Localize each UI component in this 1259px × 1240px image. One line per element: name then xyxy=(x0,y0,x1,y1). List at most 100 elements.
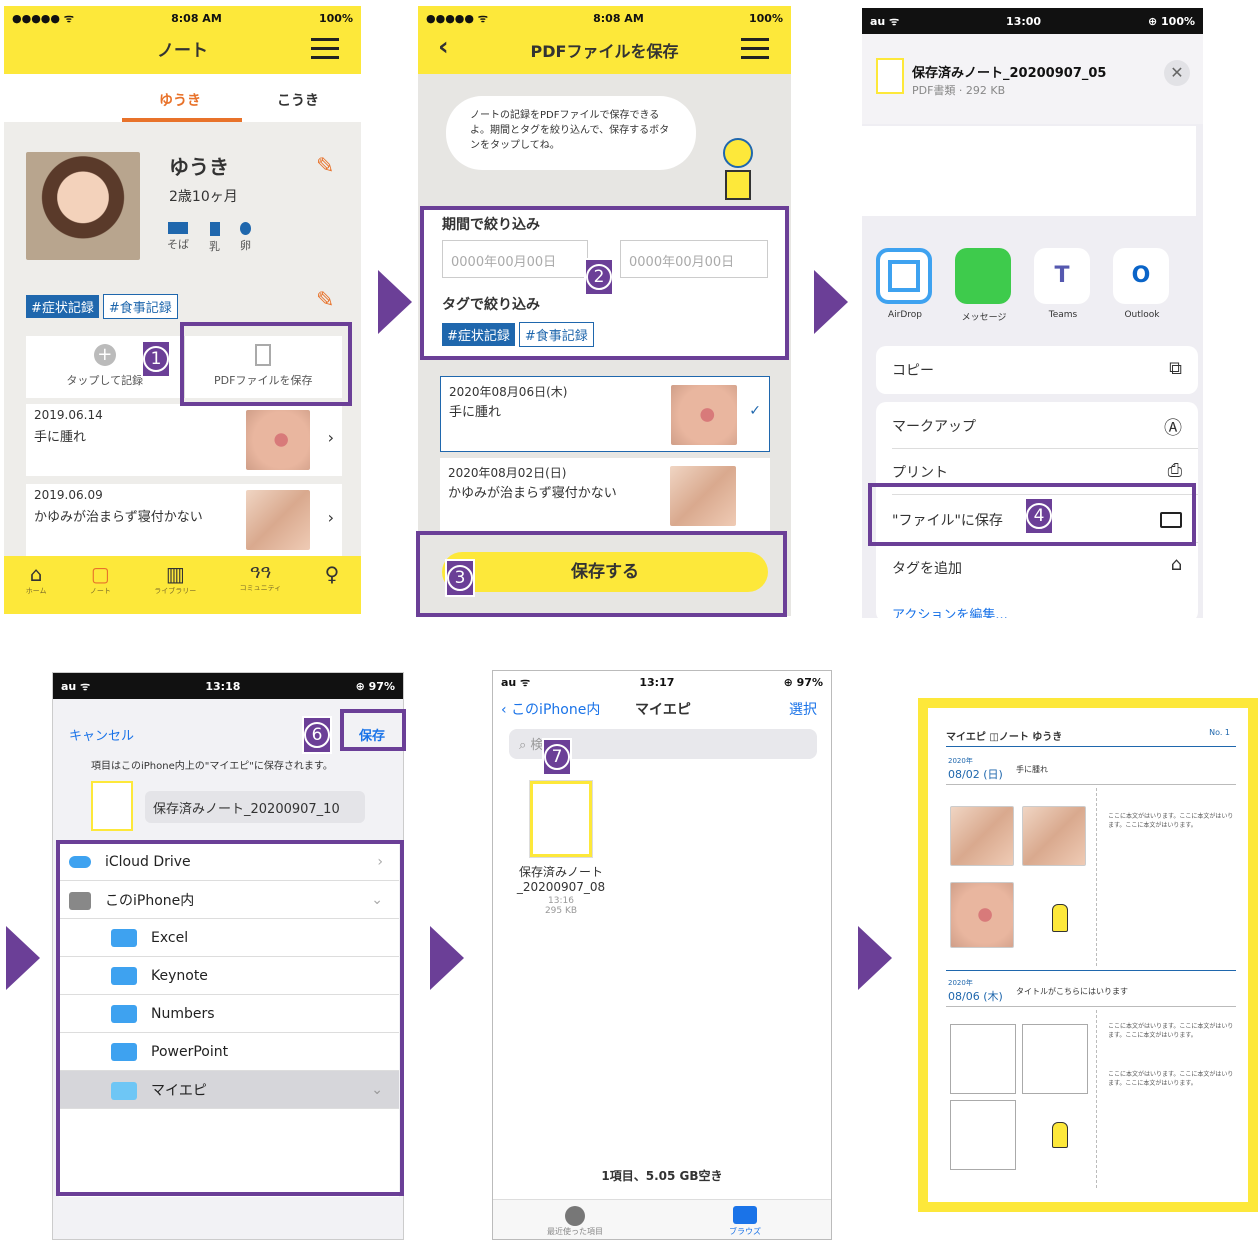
pdf-photo xyxy=(1022,806,1086,866)
file-name: 保存済みノート_20200907_05 xyxy=(912,66,1107,81)
status-time: 8:08 AM xyxy=(171,11,222,25)
note-icon: ▢ xyxy=(90,562,110,586)
search-icon: ⌕ xyxy=(519,738,531,753)
tag-icon: ⌂ xyxy=(1170,554,1182,575)
status-battery: 100% xyxy=(749,11,783,25)
app-label: AirDrop xyxy=(887,310,922,320)
check-icon: ✓ xyxy=(749,403,761,419)
markup-icon: Ⓐ xyxy=(1164,418,1182,439)
pdf-thumb xyxy=(530,781,592,857)
step-marker-3: 3 xyxy=(445,559,475,597)
back-icon[interactable]: ‹ xyxy=(438,32,449,62)
action-copy[interactable]: コピー xyxy=(892,360,934,380)
tab-kouki[interactable]: こうき xyxy=(277,90,319,110)
arrow-icon xyxy=(6,926,40,990)
key-icon: ♀ xyxy=(324,562,340,586)
menu-icon[interactable] xyxy=(311,38,339,59)
outlook-icon[interactable]: O xyxy=(1113,248,1169,304)
airdrop-icon[interactable] xyxy=(876,248,932,304)
mascot-icon xyxy=(1052,904,1068,932)
list-item[interactable]: 2019.06.09 かゆみが治まらず寝付かない › xyxy=(26,484,342,556)
close-icon[interactable]: ✕ xyxy=(1164,60,1190,86)
list-item-selected[interactable]: 2020年08月06日(木) 手に腫れ ✓ xyxy=(440,376,770,452)
screen-notes: ●●●●● ᯤ 8:08 AM 100% ノート ゆうき こうき ゆうき ✎ 2歳1… xyxy=(4,6,361,614)
tab-browse[interactable]: ブラウズ xyxy=(729,1206,761,1237)
entry-text: 手に腫れ xyxy=(449,405,502,420)
nav-home[interactable]: ⌂ ホーム xyxy=(26,562,47,614)
speech-bubble: ノートの記録をPDFファイルで保存できるよ。期間とタグを絞り込んで、保存するボタ… xyxy=(446,96,696,170)
action-add-tag[interactable]: タグを追加 xyxy=(892,558,962,578)
list-item[interactable]: 2020年08月02日(日) かゆみが治まらず寝付かない xyxy=(440,458,770,534)
teams-icon[interactable]: T xyxy=(1034,248,1090,304)
menu-icon[interactable] xyxy=(741,38,769,59)
save-note: 項目はこのiPhone内上の"マイエピ"に保存されます。 xyxy=(91,761,333,772)
pdf-photo-placeholder xyxy=(950,1024,1016,1094)
status-battery: ⊕ 100% xyxy=(1147,14,1195,28)
action-print[interactable]: プリント xyxy=(892,462,948,482)
cancel-button[interactable]: キャンセル xyxy=(69,725,134,744)
nav-key[interactable]: ♀ xyxy=(325,562,340,614)
pdf-preview: マイエピ ◫ノート ゆうき No. 1 2020年 08/02 (日) 手に腫れ… xyxy=(918,698,1258,1212)
status-battery: ⊕ 97% xyxy=(355,679,395,693)
tag-symptom[interactable]: #症状記録 xyxy=(26,295,99,318)
list-item[interactable]: 2019.06.14 手に腫れ › xyxy=(26,404,342,476)
status-signal: ●●●●● ᯤ xyxy=(426,11,488,25)
status-time: 13:17 xyxy=(639,675,675,689)
tab-yuki[interactable]: ゆうき xyxy=(159,90,201,110)
nav-note[interactable]: ▢ ノート xyxy=(90,562,111,614)
file-item[interactable]: 保存済みノート _20200907_08 13:16 295 KB xyxy=(511,781,611,916)
pdf-title-2: タイトルがこちらにはいります xyxy=(1016,987,1128,996)
file-thumb xyxy=(91,781,133,831)
step-marker-1: 1 xyxy=(141,340,171,378)
back-button[interactable]: ‹ このiPhone内 xyxy=(501,699,600,719)
nav-community[interactable]: ዓዓ コミュニティ xyxy=(240,562,282,614)
pdf-header: マイエピ ◫ノート ゆうき xyxy=(946,732,1063,743)
status-signal: au ᯤ xyxy=(61,679,91,693)
file-name-field[interactable]: 保存済みノート_20200907_10 xyxy=(145,791,365,823)
allergy-soba: そば xyxy=(167,238,189,251)
milk-icon xyxy=(209,222,220,236)
nav-library[interactable]: ▥ ライブラリー xyxy=(154,562,196,614)
page-title: マイエピ xyxy=(635,702,691,718)
pdf-date-1: 08/02 (日) xyxy=(948,768,1003,781)
messages-icon[interactable] xyxy=(955,248,1011,304)
mascot-icon xyxy=(716,138,760,202)
tab-recents[interactable]: 最近使った項目 xyxy=(547,1206,603,1237)
home-icon: ⌂ xyxy=(29,562,43,586)
pdf-year-2: 2020年 xyxy=(948,979,973,987)
edit-actions-link[interactable]: アクションを編集... xyxy=(892,604,1008,618)
status-time: 13:00 xyxy=(1006,14,1042,28)
status-signal: au ᯤ xyxy=(501,675,531,689)
tag-edit-icon[interactable]: ✎ xyxy=(316,288,334,313)
file-size: 295 KB xyxy=(544,906,578,916)
book-icon: ▥ xyxy=(165,562,185,586)
people-icon: ዓዓ xyxy=(249,562,272,583)
pdf-photo-placeholder xyxy=(1022,1024,1088,1094)
egg-icon xyxy=(240,222,251,235)
entry-text: かゆみが治まらず寝付かない xyxy=(34,510,203,525)
select-button[interactable]: 選択 xyxy=(789,699,817,719)
arrow-icon xyxy=(430,926,464,990)
entry-date: 2019.06.09 xyxy=(34,488,103,502)
app-label: メッセージ xyxy=(961,313,1007,323)
arrow-icon xyxy=(378,270,412,334)
entry-photo xyxy=(246,410,310,470)
folder-icon xyxy=(733,1206,757,1224)
step-marker-4: 4 xyxy=(1024,497,1054,535)
pdf-body-1: ここに本文がはいります。ここに本文がはいります。ここに本文がはいります。 xyxy=(1108,813,1234,829)
entry-date: 2020年08月02日(日) xyxy=(448,466,567,480)
child-name: ゆうき xyxy=(169,155,229,179)
app-label: Teams xyxy=(1048,310,1078,320)
pdf-date-2: 08/06 (木) xyxy=(948,990,1003,1003)
status-time: 13:18 xyxy=(205,679,241,693)
status-battery: ⊕ 97% xyxy=(783,675,823,689)
action-markup[interactable]: マークアップ xyxy=(892,416,976,436)
arrow-icon xyxy=(858,926,892,990)
tag-meal[interactable]: #食事記録 xyxy=(102,294,178,319)
edit-icon[interactable]: ✎ xyxy=(316,154,334,179)
entry-photo xyxy=(670,466,736,526)
child-photo xyxy=(26,152,140,260)
pdf-body-3: ここに本文がはいります。ここに本文がはいります。ここに本文がはいります。 xyxy=(1108,1071,1234,1087)
page-title: ノート xyxy=(157,41,208,61)
pdf-photo xyxy=(950,806,1014,866)
